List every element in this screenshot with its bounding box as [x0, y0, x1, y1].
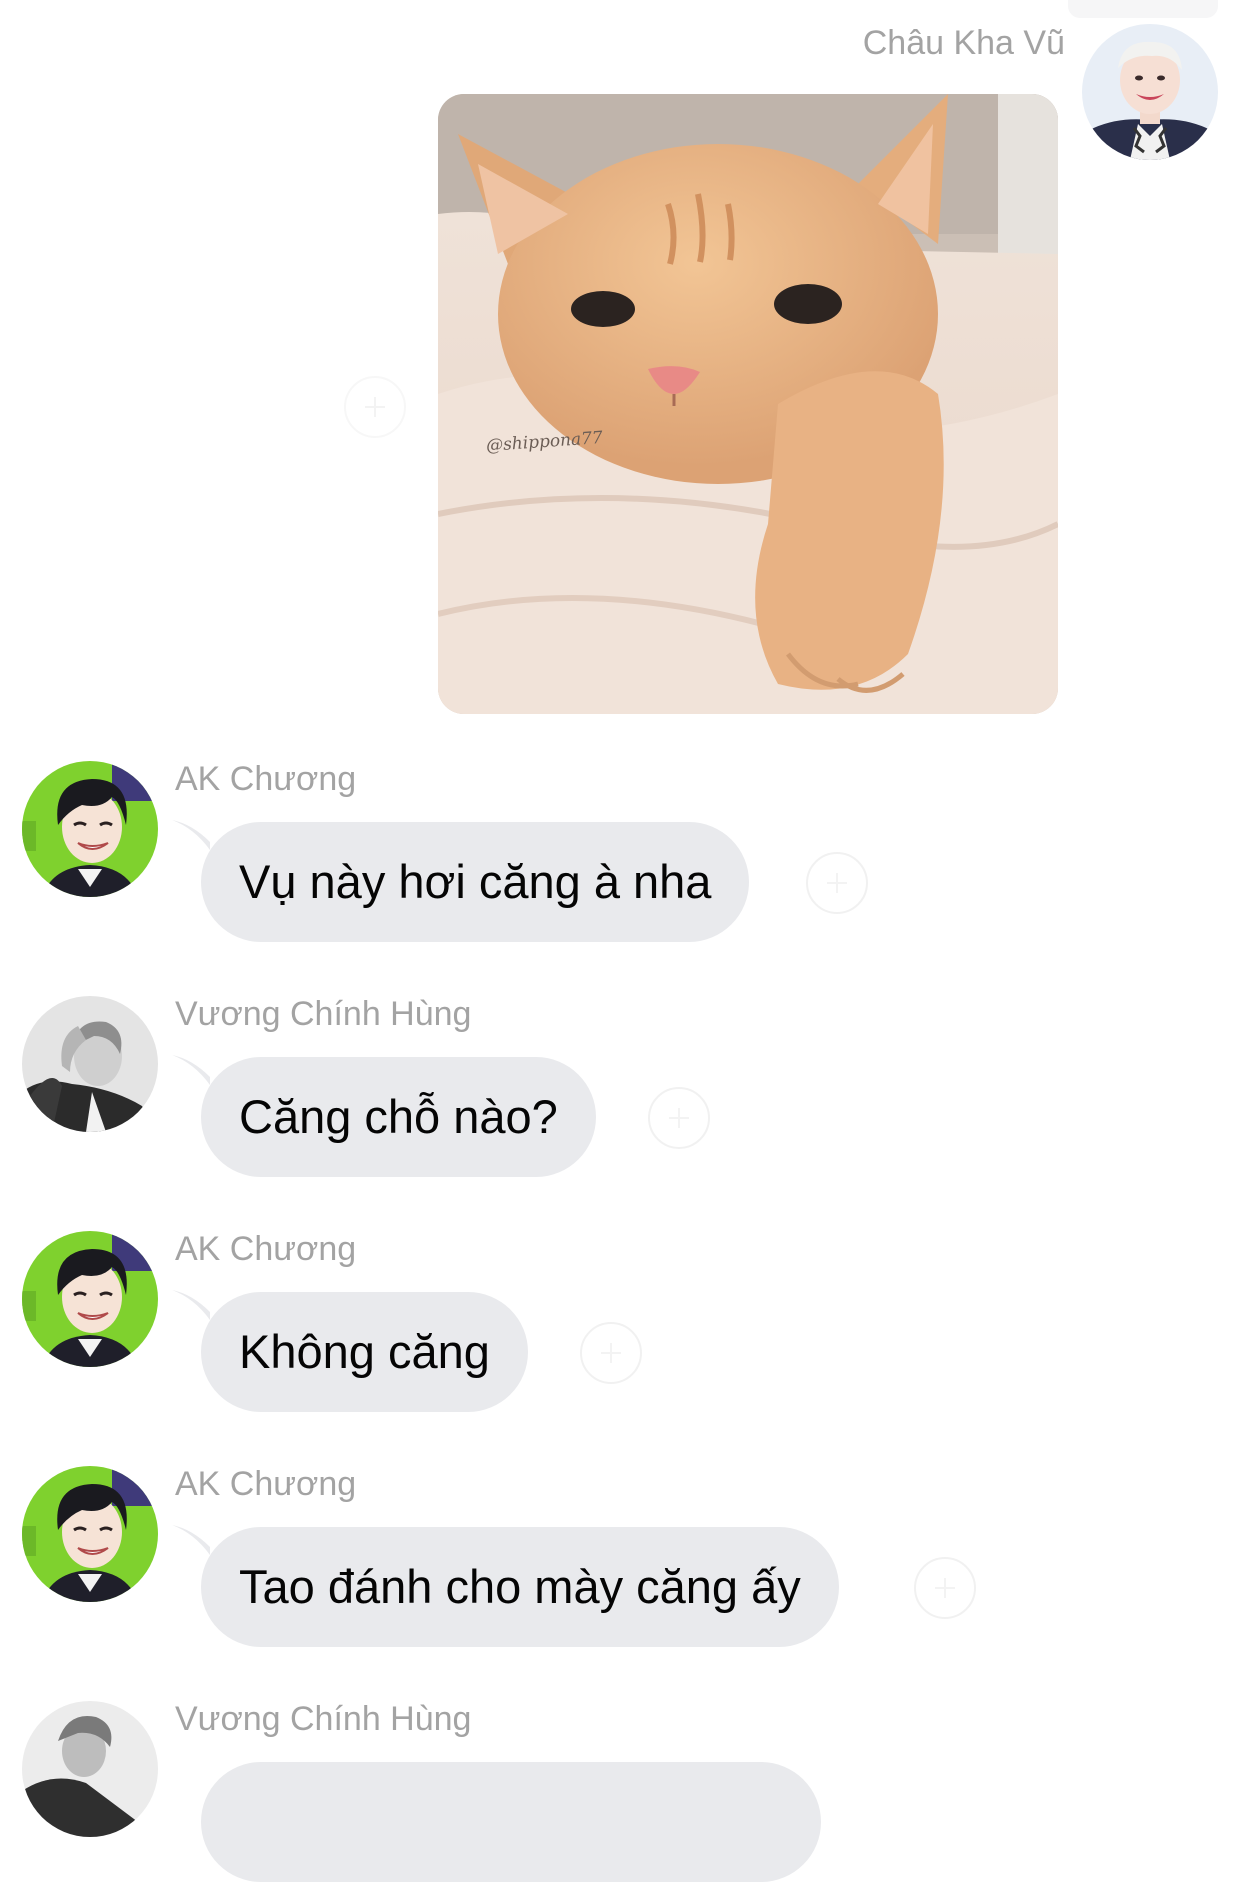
sender-name: AK Chương [175, 760, 357, 798]
sender-name: Vương Chính Hùng [175, 995, 472, 1033]
bubble-tail [172, 820, 210, 850]
avatar-chau-kha-vu[interactable] [1082, 24, 1218, 160]
add-reaction-icon[interactable] [914, 1557, 976, 1619]
cat-image-attachment[interactable]: @shippona77 [438, 94, 1058, 714]
avatar-ak-chuong[interactable] [22, 1231, 158, 1367]
message-bubble[interactable]: Không căng [201, 1292, 528, 1412]
add-reaction-icon[interactable] [648, 1087, 710, 1149]
message-bubble[interactable] [201, 1762, 821, 1882]
sender-name: Châu Kha Vũ [862, 24, 1065, 62]
add-reaction-icon[interactable] [344, 376, 406, 438]
message-bubble[interactable]: Tao đánh cho mày căng ấy [201, 1527, 839, 1647]
add-reaction-icon[interactable] [580, 1322, 642, 1384]
add-reaction-icon[interactable] [806, 852, 868, 914]
avatar-vuong-chinh-hung[interactable] [22, 1701, 158, 1837]
bubble-tail [172, 1055, 210, 1085]
avatar-ak-chuong[interactable] [22, 1466, 158, 1602]
bubble-tail [172, 1525, 210, 1555]
sender-name: AK Chương [175, 1230, 357, 1268]
sender-name: Vương Chính Hùng [175, 1700, 472, 1738]
bubble-tail [172, 1290, 210, 1320]
top-edge-element [1068, 0, 1218, 18]
sender-name: AK Chương [175, 1465, 357, 1503]
message-bubble[interactable]: Căng chỗ nào? [201, 1057, 596, 1177]
avatar-ak-chuong[interactable] [22, 761, 158, 897]
message-bubble[interactable]: Vụ này hơi căng à nha [201, 822, 750, 942]
avatar-vuong-chinh-hung[interactable] [22, 996, 158, 1132]
